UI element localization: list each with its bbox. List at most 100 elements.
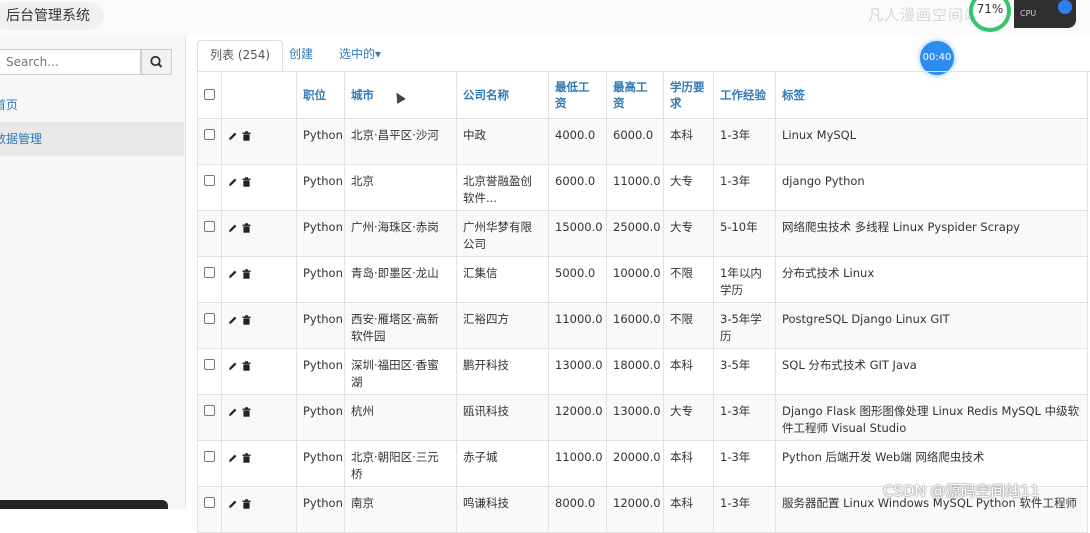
table-cell: 瓯讯科技 bbox=[456, 394, 549, 441]
edit-button[interactable] bbox=[228, 265, 238, 282]
table-row[interactable]: Python 青岛·即墨区·龙山 汇集信 5000.0 10000.0 不限 1年以内学历分… bbox=[197, 256, 1088, 303]
row-select-cell[interactable] bbox=[197, 164, 222, 211]
row-actions bbox=[221, 164, 297, 211]
row-select-cell[interactable] bbox=[197, 118, 222, 165]
table-row[interactable]: Python 深圳·福田区·香蜜湖 鹏开科技 13000.0 18000.0 本科 3-5年… bbox=[197, 348, 1088, 395]
row-checkbox[interactable] bbox=[204, 221, 215, 232]
recording-timer[interactable]: 00:40 bbox=[920, 41, 954, 75]
table-cell: 10000.0 bbox=[606, 256, 664, 303]
search-input[interactable] bbox=[0, 49, 141, 75]
sidebar-item-home[interactable]: 首页 bbox=[0, 88, 184, 122]
select-all-checkbox[interactable] bbox=[204, 88, 215, 100]
top-bar: 后台管理系统 凡人漫画空间站 71% CPU bbox=[0, 0, 1090, 36]
table-cell: 分布式技术 Linux bbox=[775, 256, 1088, 303]
row-checkbox[interactable] bbox=[204, 129, 215, 140]
row-checkbox[interactable] bbox=[204, 313, 215, 324]
delete-button[interactable] bbox=[242, 449, 251, 466]
edit-button[interactable] bbox=[228, 219, 238, 236]
row-actions bbox=[221, 302, 297, 349]
cpu-usage-ring: 71% bbox=[969, 0, 1011, 32]
edit-button[interactable] bbox=[228, 311, 238, 328]
pencil-icon bbox=[229, 408, 237, 416]
delete-button[interactable] bbox=[242, 219, 251, 236]
sidebar: 首页 数据管理 bbox=[0, 36, 186, 509]
pencil-icon bbox=[229, 454, 237, 462]
column-header[interactable]: 学历要求 bbox=[663, 71, 714, 119]
row-select-cell[interactable] bbox=[197, 256, 222, 303]
edit-button[interactable] bbox=[228, 173, 238, 190]
table-cell: 杭州 bbox=[344, 394, 457, 441]
tab-selected-dropdown[interactable]: 选中的▾ bbox=[327, 40, 393, 70]
trash-icon bbox=[242, 315, 251, 325]
column-header[interactable]: 最低工资 bbox=[548, 71, 607, 119]
delete-button[interactable] bbox=[242, 173, 251, 190]
delete-button[interactable] bbox=[242, 127, 251, 144]
pencil-icon bbox=[229, 316, 237, 324]
column-header[interactable]: 工作经验 bbox=[713, 71, 776, 119]
trash-icon bbox=[242, 131, 251, 141]
row-checkbox[interactable] bbox=[204, 267, 215, 278]
column-header[interactable]: 职位 bbox=[296, 71, 345, 119]
pencil-icon bbox=[229, 500, 237, 508]
sidebar-item-data-management[interactable]: 数据管理 bbox=[0, 122, 184, 156]
table-cell: 1年以内学历 bbox=[713, 256, 776, 303]
edit-button[interactable] bbox=[228, 495, 238, 512]
table-row[interactable]: Python 北京 北京誉融盈创软件... 6000.0 11000.0 大专 1-3年 dj… bbox=[197, 164, 1088, 211]
table-row[interactable]: Python 西安·雁塔区·高新软件园 汇裕四方 11000.0 16000.0 不限 3-… bbox=[197, 302, 1088, 349]
table-cell: Linux MySQL bbox=[775, 118, 1088, 165]
row-select-cell[interactable] bbox=[197, 486, 222, 533]
table-cell: 青岛·即墨区·龙山 bbox=[344, 256, 457, 303]
row-checkbox[interactable] bbox=[204, 497, 215, 508]
edit-button[interactable] bbox=[228, 403, 238, 420]
row-checkbox[interactable] bbox=[204, 405, 215, 416]
table-cell: Python bbox=[296, 394, 345, 441]
trash-icon bbox=[242, 177, 251, 187]
row-checkbox[interactable] bbox=[204, 175, 215, 186]
tab-create[interactable]: 创建 bbox=[277, 40, 325, 70]
row-select-cell[interactable] bbox=[197, 440, 222, 487]
delete-button[interactable] bbox=[242, 495, 251, 512]
row-actions bbox=[221, 118, 297, 165]
table-cell: 网络爬虫技术 多线程 Linux Pyspider Scrapy bbox=[775, 210, 1088, 257]
tab-list[interactable]: 列表 (254) bbox=[197, 40, 284, 72]
edit-button[interactable] bbox=[228, 127, 238, 144]
row-select-cell[interactable] bbox=[197, 394, 222, 441]
row-select-cell[interactable] bbox=[197, 302, 222, 349]
table-row[interactable]: Python 杭州 瓯讯科技 12000.0 13000.0 大专 1-3年 Django F… bbox=[197, 394, 1088, 441]
row-checkbox[interactable] bbox=[204, 359, 215, 370]
pencil-icon bbox=[229, 132, 237, 140]
cpu-label: CPU bbox=[1020, 9, 1037, 18]
table-cell: 不限 bbox=[663, 302, 714, 349]
table-cell: Django Flask 图形图像处理 Linux Redis MySQL 中级… bbox=[775, 394, 1088, 441]
row-actions bbox=[221, 486, 297, 533]
delete-button[interactable] bbox=[242, 311, 251, 328]
table-cell: 11000.0 bbox=[606, 164, 664, 211]
table-cell: Python bbox=[296, 164, 345, 211]
table-cell: 5-10年 bbox=[713, 210, 776, 257]
edit-button[interactable] bbox=[228, 449, 238, 466]
column-header[interactable]: 标签 bbox=[775, 71, 1088, 119]
edit-button[interactable] bbox=[228, 357, 238, 374]
delete-button[interactable] bbox=[242, 403, 251, 420]
row-select-cell[interactable] bbox=[197, 210, 222, 257]
table-cell: 北京·昌平区·沙河 bbox=[344, 118, 457, 165]
row-actions bbox=[221, 256, 297, 303]
taskbar-fragment bbox=[0, 500, 168, 509]
table-cell: 本科 bbox=[663, 486, 714, 533]
table-row[interactable]: Python 广州·海珠区·赤岗 广州华梦有限公司 15000.0 25000.0 大专 5… bbox=[197, 210, 1088, 257]
table-cell: 西安·雁塔区·高新软件园 bbox=[344, 302, 457, 349]
sidebar-item-label: 数据管理 bbox=[0, 132, 43, 146]
table-cell: Python bbox=[296, 440, 345, 487]
select-all-cell[interactable] bbox=[197, 71, 222, 119]
table-body: Python 北京·昌平区·沙河 中政 4000.0 6000.0 本科 1-3年 Linux… bbox=[197, 118, 1088, 533]
table-cell: django Python bbox=[775, 164, 1088, 211]
column-header[interactable]: 公司名称 bbox=[456, 71, 549, 119]
row-select-cell[interactable] bbox=[197, 348, 222, 395]
row-checkbox[interactable] bbox=[204, 451, 215, 462]
column-header[interactable]: 最高工资 bbox=[606, 71, 664, 119]
delete-button[interactable] bbox=[242, 265, 251, 282]
table-cell: 16000.0 bbox=[606, 302, 664, 349]
search-button[interactable] bbox=[141, 49, 172, 75]
table-row[interactable]: Python 北京·昌平区·沙河 中政 4000.0 6000.0 本科 1-3年 Linux… bbox=[197, 118, 1088, 165]
delete-button[interactable] bbox=[242, 357, 251, 374]
